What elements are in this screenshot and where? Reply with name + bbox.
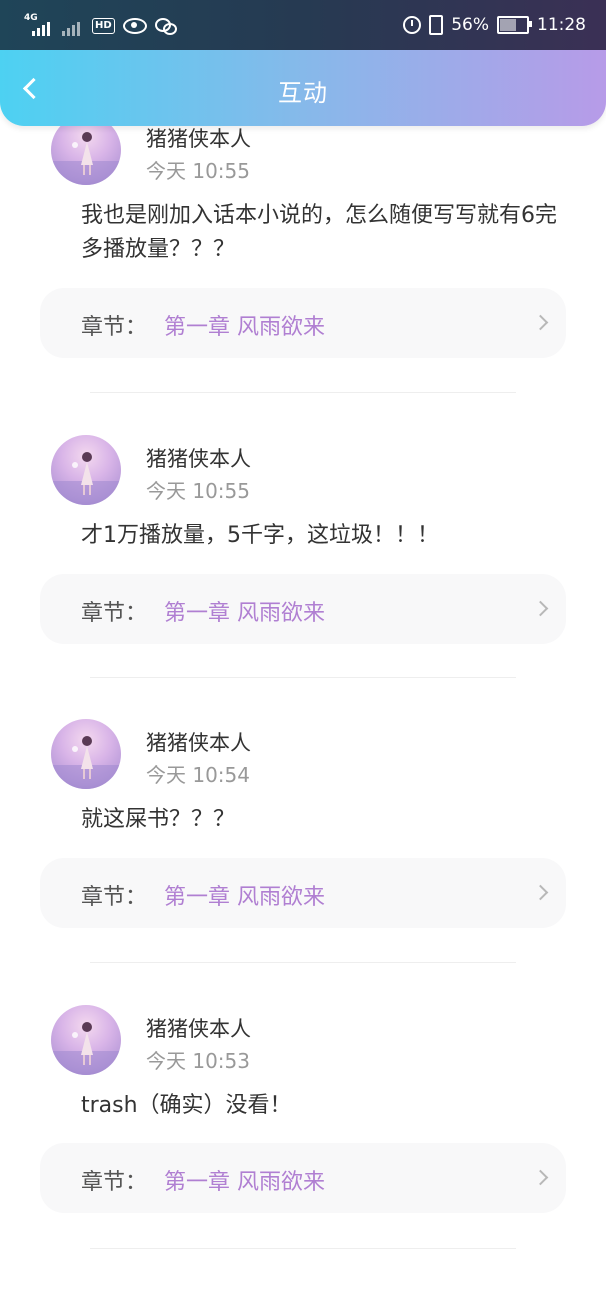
chevron-right-icon: [532, 1169, 549, 1186]
clock-time: 11:28: [537, 15, 586, 35]
chapter-name: 第一章 风雨欲来: [164, 885, 325, 910]
comment-item: 猪猪侠本人 今天 10:54 就这屎书？？？ 章节： 第一章 风雨欲来: [0, 719, 606, 1004]
chevron-right-icon: [532, 600, 549, 617]
chapter-link[interactable]: 章节： 第一章 风雨欲来: [40, 288, 566, 358]
username: 猪猪侠本人: [146, 127, 251, 151]
chapter-link[interactable]: 章节： 第一章 风雨欲来: [40, 1143, 566, 1213]
chapter-link[interactable]: 章节： 第一章 风雨欲来: [40, 574, 566, 644]
username: 猪猪侠本人: [146, 447, 251, 471]
girl-avatar-icon: [51, 1022, 121, 1075]
chapter-label: 章节：: [81, 315, 148, 340]
avatar[interactable]: [51, 435, 121, 505]
vibrate-icon: [429, 15, 444, 35]
username: 猪猪侠本人: [146, 1017, 251, 1041]
hd-icon: HD: [92, 18, 115, 34]
comment-time: 今天 10:54: [146, 763, 250, 787]
divider: [90, 962, 516, 963]
wechat-icon: [154, 17, 177, 35]
battery-icon: [497, 16, 532, 34]
chapter-name: 第一章 风雨欲来: [164, 601, 325, 626]
battery-percent: 56%: [451, 15, 489, 35]
signal-icon: 4G: [24, 14, 50, 36]
chapter-label: 章节：: [81, 1170, 148, 1195]
chevron-right-icon: [532, 884, 549, 901]
signal-2-icon: [58, 16, 84, 36]
divider: [90, 677, 516, 678]
chapter-name: 第一章 风雨欲来: [164, 1170, 325, 1195]
girl-avatar-icon: [51, 452, 121, 505]
chevron-right-icon: [532, 314, 549, 331]
divider: [90, 392, 516, 393]
eye-icon: [122, 18, 147, 34]
comment-time: 今天 10:53: [146, 1049, 250, 1073]
chapter-label: 章节：: [81, 601, 148, 626]
avatar[interactable]: [51, 1005, 121, 1075]
comment-text: 才1万播放量，5千字，这垃圾！！！: [81, 523, 439, 548]
comment-time: 今天 10:55: [146, 479, 250, 503]
comment-item: 猪猪侠本人 今天 10:55 我也是刚加入话本小说的，怎么随便写写就有6完多播放…: [0, 115, 606, 400]
avatar[interactable]: [51, 719, 121, 789]
username: 猪猪侠本人: [146, 731, 251, 755]
chapter-link[interactable]: 章节： 第一章 风雨欲来: [40, 858, 566, 928]
page-title: 互动: [278, 79, 328, 107]
comment-text: trash（确实）没看！: [81, 1093, 292, 1118]
status-bar: 4G HD 56% 11:28: [0, 0, 606, 50]
comment-item: 猪猪侠本人 今天 10:55 才1万播放量，5千字，这垃圾！！！ 章节： 第一章…: [0, 435, 606, 720]
title-bar: 互动: [0, 50, 606, 126]
chapter-name: 第一章 风雨欲来: [164, 315, 325, 340]
alarm-icon: [403, 16, 422, 34]
divider: [90, 1248, 516, 1249]
comment-item: 猪猪侠本人 今天 10:53 trash（确实）没看！ 章节： 第一章 风雨欲来: [0, 1005, 606, 1290]
comment-text: 我也是刚加入话本小说的，怎么随便写写就有6完多播放量？？？: [81, 203, 557, 262]
comment-time: 今天 10:55: [146, 159, 250, 183]
chapter-label: 章节：: [81, 885, 148, 910]
comment-text: 就这屎书？？？: [81, 807, 236, 832]
comment-list[interactable]: 猪猪侠本人 今天 10:55 我也是刚加入话本小说的，怎么随便写写就有6完多播放…: [0, 0, 606, 1280]
girl-avatar-icon: [51, 736, 121, 789]
